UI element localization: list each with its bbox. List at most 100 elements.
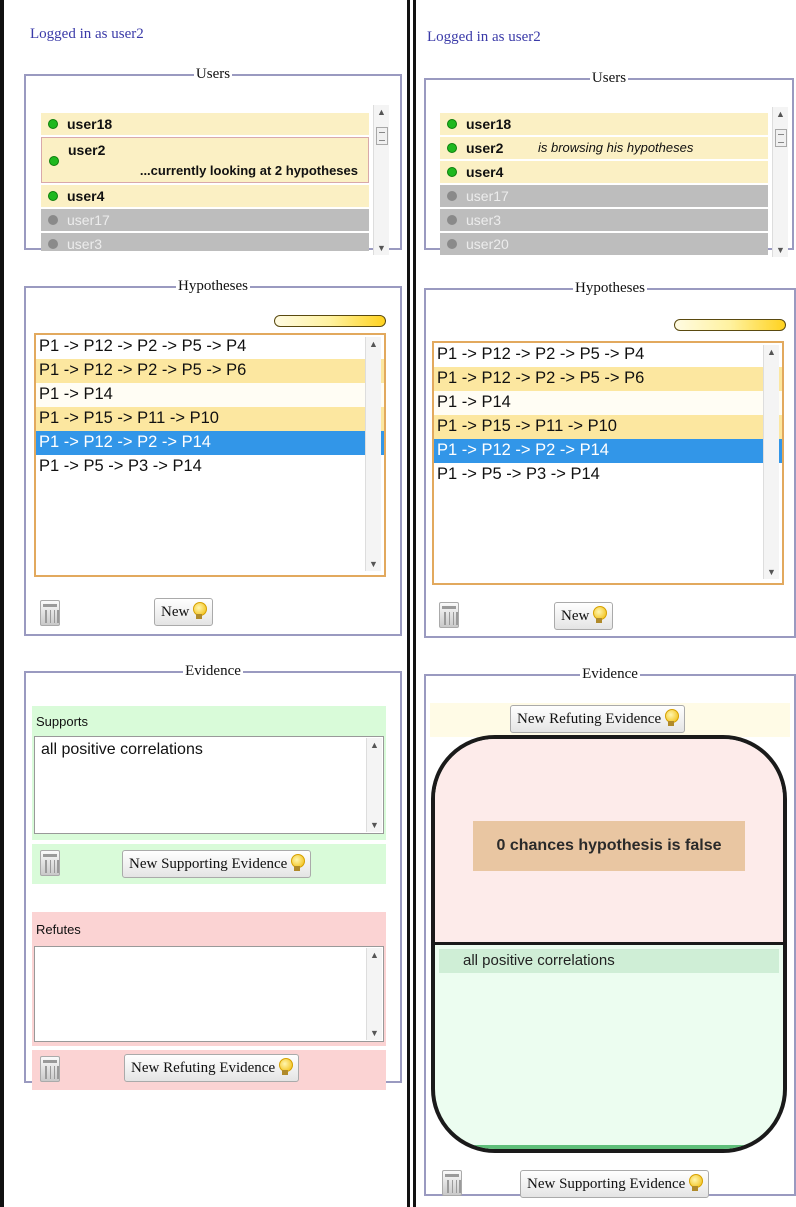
supports-toolbar: New Supporting Evidence: [32, 844, 386, 884]
scroll-thumb[interactable]: [775, 129, 787, 147]
offline-status-icon: [447, 215, 457, 225]
scroll-down-icon[interactable]: ▼: [370, 820, 379, 830]
user-row-user18[interactable]: user18: [41, 113, 369, 135]
hypothesis-balance-capsule: 0 chances hypothesis is false all positi…: [431, 735, 787, 1153]
user-name: user17: [67, 212, 110, 228]
user-row-user3[interactable]: user3: [440, 209, 768, 231]
trash-icon[interactable]: [40, 850, 60, 876]
hypotheses-panel: Hypotheses P1 -> P12 -> P2 -> P5 -> P4 P…: [424, 280, 796, 638]
hypothesis-item[interactable]: P1 -> P15 -> P11 -> P10: [434, 415, 782, 439]
scroll-down-icon[interactable]: ▼: [377, 243, 386, 253]
supporting-evidence-item[interactable]: all positive correlations: [439, 949, 779, 973]
user-name: user20: [466, 236, 509, 252]
online-status-icon: [48, 119, 58, 129]
new-hypothesis-button[interactable]: New: [554, 602, 614, 630]
hypothesis-item[interactable]: P1 -> P5 -> P3 -> P14: [434, 463, 782, 487]
scroll-up-icon[interactable]: ▲: [370, 740, 379, 750]
hypotheses-legend: Hypotheses: [575, 280, 645, 296]
user-row-user4[interactable]: user4: [41, 185, 369, 207]
user-row-user17[interactable]: user17: [440, 185, 768, 207]
scroll-down-icon[interactable]: ▼: [767, 567, 776, 577]
user-list[interactable]: user18 user2 is browsing his hypotheses …: [440, 113, 768, 255]
user-name: user3: [466, 212, 502, 228]
user-activity-status: ...currently looking at 2 hypotheses: [139, 163, 358, 178]
hypothesis-item[interactable]: P1 -> P15 -> P11 -> P10: [36, 407, 384, 431]
user-name: user18: [67, 116, 113, 132]
hypothesis-progress-bar: [274, 315, 386, 327]
user-name: user4: [466, 164, 504, 180]
hypothesis-item[interactable]: P1 -> P5 -> P3 -> P14: [36, 455, 384, 479]
new-supporting-evidence-button[interactable]: New Supporting Evidence: [122, 850, 312, 878]
hypothesis-scrollbar[interactable]: ▲ ▼: [763, 345, 779, 579]
scroll-down-icon[interactable]: ▼: [369, 559, 378, 569]
hypothesis-item[interactable]: P1 -> P12 -> P2 -> P5 -> P4: [36, 335, 384, 359]
refutes-list[interactable]: [34, 946, 384, 1042]
supports-list[interactable]: all positive correlations: [34, 736, 384, 834]
lightbulb-icon: [592, 604, 608, 624]
lightbulb-icon: [664, 707, 680, 727]
user-row-user4[interactable]: user4: [440, 161, 768, 183]
trash-icon[interactable]: [40, 1056, 60, 1082]
user-row-user17[interactable]: user17: [41, 209, 369, 231]
scroll-down-icon[interactable]: ▼: [776, 245, 785, 255]
hypothesis-item[interactable]: P1 -> P12 -> P2 -> P5 -> P6: [36, 359, 384, 383]
scroll-thumb[interactable]: [376, 127, 388, 145]
button-label: New Supporting Evidence: [129, 856, 288, 872]
refutes-scrollbar[interactable]: ▲ ▼: [366, 948, 382, 1040]
user-name: user17: [466, 188, 509, 204]
refutes-label: Refutes: [36, 922, 81, 937]
hypotheses-panel: Hypotheses P1 -> P12 -> P2 -> P5 -> P4 P…: [24, 278, 402, 636]
new-hypothesis-button[interactable]: New: [154, 598, 214, 626]
user-row-user18[interactable]: user18: [440, 113, 768, 135]
users-legend: Users: [195, 66, 231, 82]
hypothesis-list[interactable]: P1 -> P12 -> P2 -> P5 -> P4 P1 -> P12 ->…: [432, 341, 784, 585]
button-label: New: [161, 604, 190, 620]
offline-status-icon: [48, 215, 58, 225]
trash-icon[interactable]: [442, 1170, 462, 1196]
user-row-user2[interactable]: user2 ...currently looking at 2 hypothes…: [41, 137, 369, 183]
hypothesis-item[interactable]: P1 -> P12 -> P2 -> P5 -> P6: [434, 367, 782, 391]
user-row-user2[interactable]: user2 is browsing his hypotheses: [440, 137, 768, 159]
button-label: New Supporting Evidence: [527, 1176, 686, 1192]
scroll-up-icon[interactable]: ▲: [370, 950, 379, 960]
refutes-toolbar: New Refuting Evidence: [32, 1050, 386, 1090]
scroll-up-icon[interactable]: ▲: [767, 347, 776, 357]
scroll-down-icon[interactable]: ▼: [370, 1028, 379, 1038]
new-refuting-evidence-button[interactable]: New Refuting Evidence: [124, 1054, 300, 1082]
lightbulb-icon: [290, 852, 306, 872]
hypothesis-item[interactable]: P1 -> P12 -> P2 -> P5 -> P4: [434, 343, 782, 367]
user-list[interactable]: user18 user2 ...currently looking at 2 h…: [41, 113, 369, 251]
scroll-up-icon[interactable]: ▲: [369, 339, 378, 349]
supports-scrollbar[interactable]: ▲ ▼: [366, 738, 382, 832]
hypotheses-legend: Hypotheses: [178, 278, 248, 294]
users-scrollbar[interactable]: ▲ ▼: [772, 107, 788, 257]
hypothesis-item-selected[interactable]: P1 -> P12 -> P2 -> P14: [434, 439, 782, 463]
button-label: New Refuting Evidence: [517, 711, 662, 727]
scroll-up-icon[interactable]: ▲: [776, 109, 785, 119]
trash-icon[interactable]: [40, 600, 60, 626]
login-status: Logged in as user2: [427, 29, 541, 45]
hypothesis-scrollbar[interactable]: ▲ ▼: [365, 337, 381, 571]
scroll-up-icon[interactable]: ▲: [377, 107, 386, 117]
user-activity-status: is browsing his hypotheses: [538, 140, 694, 155]
online-status-icon: [49, 156, 59, 166]
evidence-item[interactable]: all positive correlations: [41, 741, 377, 759]
users-scrollbar[interactable]: ▲ ▼: [373, 105, 389, 255]
trash-icon[interactable]: [439, 602, 459, 628]
hypothesis-item-selected[interactable]: P1 -> P12 -> P2 -> P14: [36, 431, 384, 455]
users-panel: Users user18 user2 is browsing his hypot…: [424, 70, 794, 257]
online-status-icon: [48, 191, 58, 201]
offline-status-icon: [48, 239, 58, 249]
lightbulb-icon: [688, 1172, 704, 1192]
login-status: Logged in as user2: [30, 26, 144, 42]
user-row-user3[interactable]: user3: [41, 233, 369, 251]
hypothesis-item[interactable]: P1 -> P14: [434, 391, 782, 415]
offline-status-icon: [447, 239, 457, 249]
new-refuting-evidence-button[interactable]: New Refuting Evidence: [510, 705, 686, 733]
new-supporting-evidence-button[interactable]: New Supporting Evidence: [520, 1170, 710, 1198]
user-name: user2: [68, 142, 106, 158]
hypothesis-item[interactable]: P1 -> P14: [36, 383, 384, 407]
hypothesis-list[interactable]: P1 -> P12 -> P2 -> P5 -> P4 P1 -> P12 ->…: [34, 333, 386, 577]
user-row-user20[interactable]: user20: [440, 233, 768, 255]
chance-indicator: 0 chances hypothesis is false: [473, 821, 745, 871]
